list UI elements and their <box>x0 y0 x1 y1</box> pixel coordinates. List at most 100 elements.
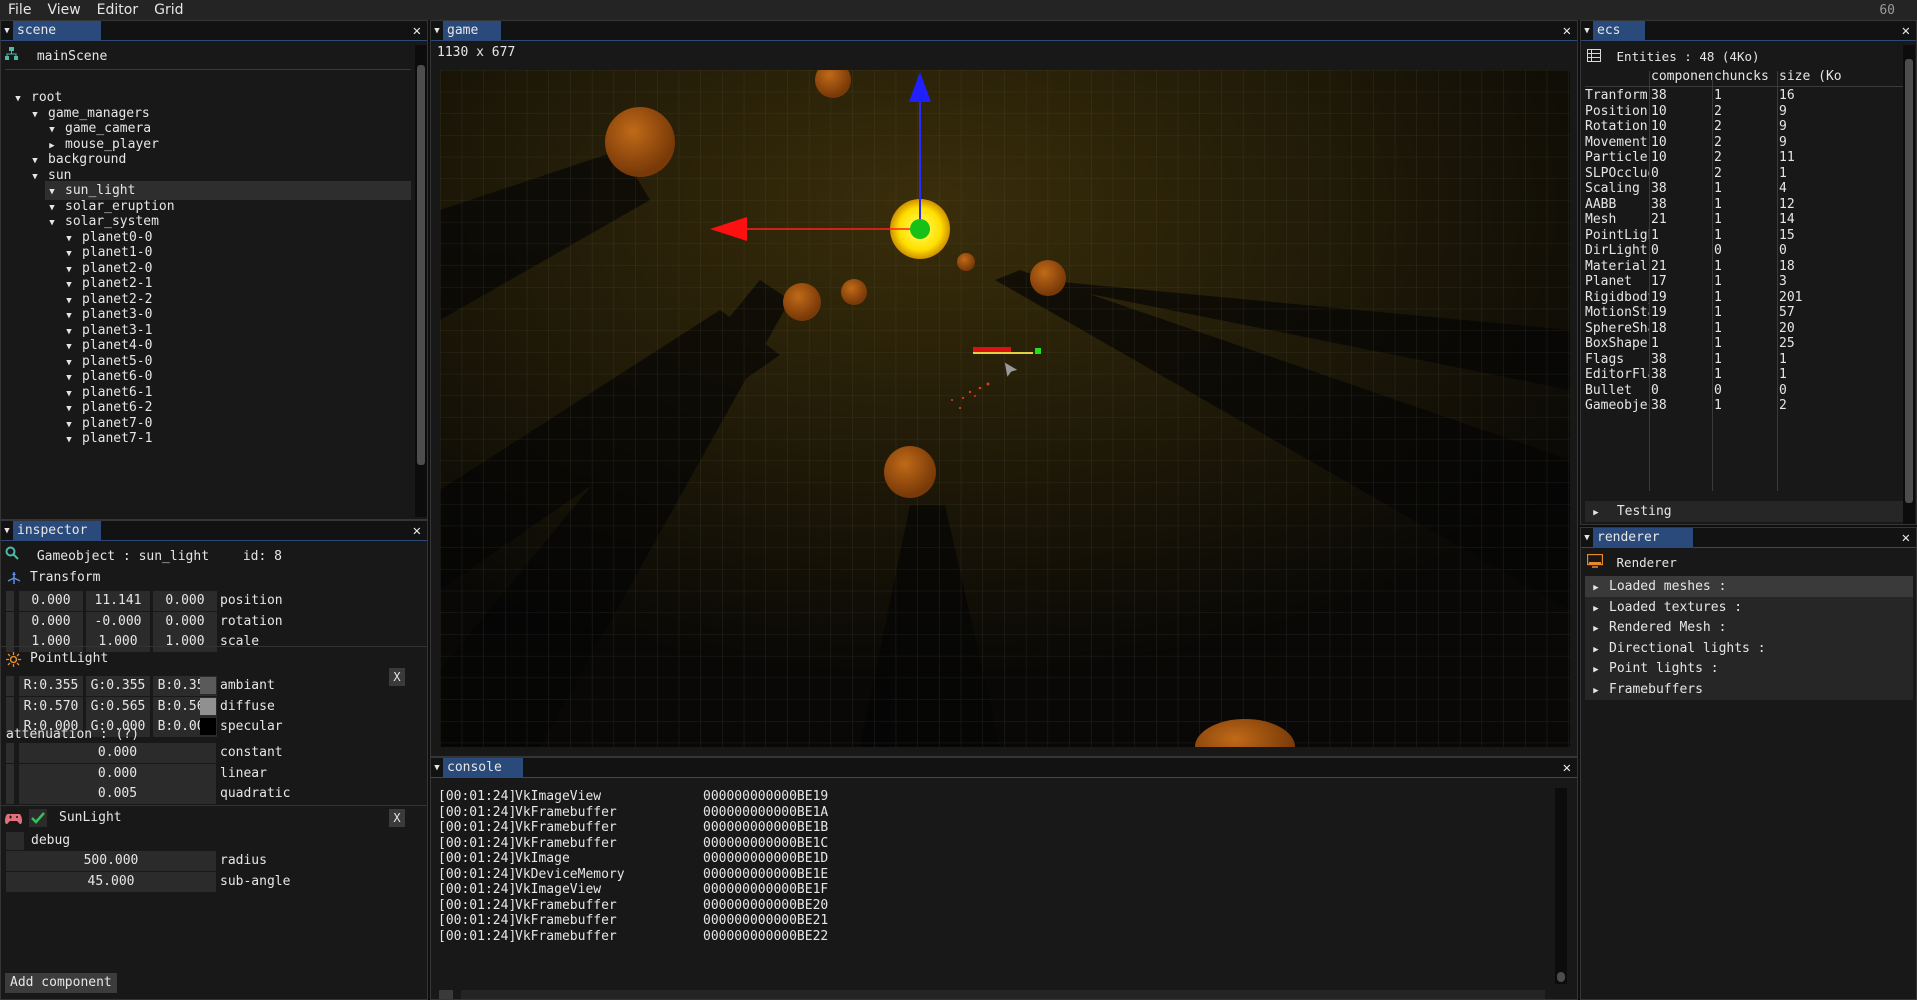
testing-header[interactable]: ▶ Testing <box>1585 501 1903 522</box>
transform-position-y-input[interactable]: 11.141 <box>86 591 150 611</box>
sunlight-enabled-checkbox[interactable] <box>29 809 47 827</box>
collapse-arrow-icon[interactable]: ▼ <box>1 521 13 541</box>
column-divider <box>1649 71 1650 491</box>
scene-titlebar: ▼ scene ✕ <box>1 21 427 41</box>
close-icon[interactable]: ✕ <box>413 521 421 541</box>
chevron-down-icon[interactable]: ▼ <box>45 214 59 233</box>
transform-position-x-input[interactable]: 0.000 <box>19 591 83 611</box>
inspector-titlebar: ▼ inspector ✕ <box>1 521 427 541</box>
console-scrollbar[interactable] <box>1555 788 1567 984</box>
renderer-section[interactable]: ▶ Loaded meshes : <box>1585 576 1913 597</box>
transform-rotation-x-input[interactable]: 0.000 <box>19 611 83 632</box>
sunlight-radius-input[interactable]: 500.000 <box>6 851 216 871</box>
renderer-section[interactable]: ▶ Rendered Mesh : <box>1585 617 1913 638</box>
close-icon[interactable]: ✕ <box>413 21 421 41</box>
transform-rotation-y-input[interactable]: -0.000 <box>86 611 150 632</box>
gameobject-name: Gameobject : sun_light <box>36 549 210 564</box>
drag-handle[interactable] <box>6 763 14 784</box>
tab-inspector[interactable]: inspector <box>13 521 101 541</box>
specular-color-swatch[interactable] <box>200 718 216 735</box>
drag-handle[interactable] <box>6 743 14 763</box>
inspector-panel: ▼ inspector ✕ Gameobject : sun_light id:… <box>0 520 428 1000</box>
menu-editor[interactable]: Editor <box>89 2 146 18</box>
close-icon[interactable]: ✕ <box>1902 528 1910 548</box>
menu-grid[interactable]: Grid <box>146 2 191 18</box>
column-divider <box>1777 71 1778 491</box>
collapse-arrow-icon[interactable]: ▼ <box>431 758 443 778</box>
scene-scroll-thumb[interactable] <box>417 65 425 465</box>
close-icon[interactable]: ✕ <box>1563 758 1571 778</box>
sunlight-sub-angle-input[interactable]: 45.000 <box>6 871 216 892</box>
tab-renderer[interactable]: renderer <box>1593 528 1693 548</box>
chevron-down-icon[interactable]: ▼ <box>11 90 25 109</box>
ambiant-g-input[interactable]: G:0.355 <box>86 676 150 696</box>
check-icon <box>31 812 45 824</box>
debug-draw-checkbox[interactable] <box>6 832 24 850</box>
drag-handle[interactable] <box>6 784 14 804</box>
collapse-arrow-icon[interactable]: ▼ <box>1581 528 1593 548</box>
close-icon[interactable]: ✕ <box>1902 21 1910 41</box>
tree-node[interactable]: ▼ planet7-1 <box>62 429 152 448</box>
tab-scene[interactable]: scene <box>13 21 101 41</box>
ecs-scroll-thumb[interactable] <box>1905 59 1913 503</box>
ambiant-r-input[interactable]: R:0.355 <box>19 676 83 696</box>
column-header[interactable]: component <box>1651 67 1712 86</box>
chevron-down-icon[interactable]: ▼ <box>62 431 76 450</box>
drag-handle[interactable] <box>6 611 14 632</box>
renderer-section[interactable]: ▶ Framebuffers <box>1585 678 1913 700</box>
drag-handle[interactable] <box>6 676 14 696</box>
collapse-arrow-icon[interactable]: ▼ <box>1581 21 1593 41</box>
diffuse-r-input[interactable]: R:0.570 <box>19 696 83 717</box>
attenuation-constant-input[interactable]: 0.000 <box>19 743 216 763</box>
console-menu-icon[interactable] <box>439 990 453 999</box>
chevron-down-icon[interactable]: ▼ <box>28 106 42 125</box>
scene-root-item[interactable]: mainScene <box>5 47 107 66</box>
console-hscrollbar[interactable] <box>461 990 1545 999</box>
console-scroll-thumb[interactable] <box>1557 972 1565 982</box>
pointlight-header[interactable]: PointLight <box>1 648 427 670</box>
renderer-header: Renderer <box>1586 552 1677 573</box>
remove-sunlight-button[interactable]: X <box>389 809 405 827</box>
menu-view[interactable]: View <box>39 2 88 18</box>
column-header[interactable]: size (Ko) <box>1779 67 1843 86</box>
ecs-panel: ▼ ecs ✕ Entities : 48 (4Ko) componentchu… <box>1580 20 1917 525</box>
transform-rotation-z-input[interactable]: 0.000 <box>153 611 217 632</box>
attenuation-linear-input[interactable]: 0.000 <box>19 763 216 784</box>
remove-pointlight-button[interactable]: X <box>389 668 405 686</box>
column-header[interactable]: chuncks <box>1714 67 1777 86</box>
viewport-resolution: 1130 x 677 <box>437 45 516 60</box>
drag-handle[interactable] <box>6 696 14 717</box>
renderer-section[interactable]: ▶ Directional lights : <box>1585 637 1913 659</box>
transform-header[interactable]: Transform <box>1 567 427 589</box>
tab-console[interactable]: console <box>443 758 523 778</box>
menu-bar: File View Editor Grid 60 <box>0 0 1917 20</box>
add-component-button[interactable]: Add component <box>5 973 117 993</box>
drag-handle[interactable] <box>6 591 14 611</box>
renderer-section[interactable]: ▶ Point lights : <box>1585 658 1913 679</box>
chevron-down-icon[interactable]: ▼ <box>28 168 42 187</box>
collapse-arrow-icon[interactable]: ▼ <box>1 21 13 41</box>
renderer-title: Renderer <box>1616 555 1677 570</box>
ambiant-color-swatch[interactable] <box>200 677 216 694</box>
renderer-panel: ▼ renderer ✕ Renderer ▶ Loaded meshes : ▶ L… <box>1580 527 1917 1000</box>
transform-icon <box>7 571 21 593</box>
sunlight-header[interactable]: SunLight <box>1 807 427 829</box>
transform-position-z-input[interactable]: 0.000 <box>153 591 217 611</box>
table-icon <box>1587 48 1601 67</box>
collapse-arrow-icon[interactable]: ▼ <box>431 21 443 41</box>
tab-game[interactable]: game <box>443 21 501 41</box>
table-cell: 38 <box>1651 398 1667 413</box>
diffuse-color-swatch[interactable] <box>200 697 216 715</box>
game-viewport[interactable] <box>440 70 1570 747</box>
tab-ecs[interactable]: ecs <box>1593 21 1645 41</box>
attenuation-quadratic-input[interactable]: 0.005 <box>19 784 216 804</box>
component-name: Gameobjec <box>1585 398 1649 413</box>
ecs-scrollbar[interactable] <box>1903 45 1915 524</box>
menu-file[interactable]: File <box>0 2 39 18</box>
attenuation-constant-label: constant <box>220 745 283 760</box>
renderer-section-label: Directional lights : <box>1609 640 1766 656</box>
close-icon[interactable]: ✕ <box>1563 21 1571 41</box>
scene-scrollbar[interactable] <box>415 45 427 517</box>
renderer-section[interactable]: ▶ Loaded textures : <box>1585 596 1913 618</box>
diffuse-g-input[interactable]: G:0.565 <box>86 696 150 717</box>
